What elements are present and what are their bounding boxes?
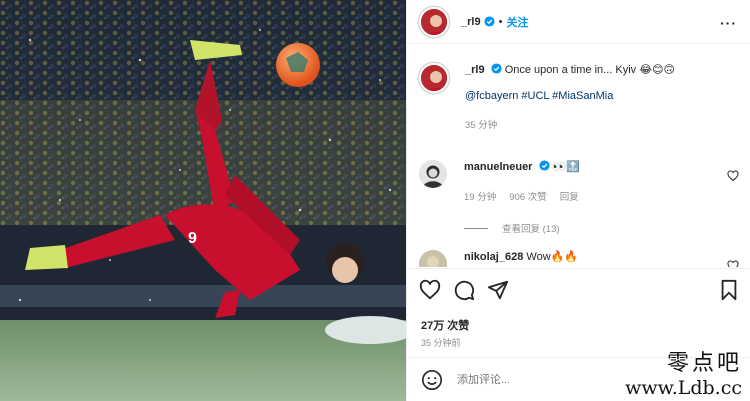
post-time: 35 分钟前 (421, 338, 461, 348)
author-username[interactable]: _rl9 (461, 16, 481, 28)
post-side-panel: _rl9 • 关注 ··· _rl9 Once upon a time in..… (406, 0, 750, 401)
comment-icon[interactable] (453, 279, 475, 301)
view-replies-label: 查看回复 (13) (502, 224, 560, 235)
caption-body: _rl9 Once upon a time in... Kyiv 😂😊🙃 @fc… (465, 63, 675, 131)
comments-area[interactable]: _rl9 Once upon a time in... Kyiv 😂😊🙃 @fc… (407, 45, 750, 267)
commenter-avatar[interactable] (419, 160, 447, 188)
comment-row: nikolaj_628 Wow🔥🔥 (419, 250, 739, 267)
instagram-post-window: 9 _rl9 • 关注 ··· _rl9 Once upon a time in… (0, 0, 750, 401)
caption-text: Once upon a time in... Kyiv 😂😊🙃 (504, 64, 675, 76)
comment-likes[interactable]: 906 次赞 (509, 189, 547, 203)
bicycle-kick-image: 9 (0, 0, 406, 401)
comment-row: manuelneuer 👀🔝 19 分钟 906 次赞 回复 (419, 160, 739, 203)
commenter-username[interactable]: manuelneuer (464, 161, 532, 173)
post-actions: 27万 次赞 35 分钟前 (407, 268, 750, 401)
separator-dot: • (498, 15, 503, 28)
reply-button[interactable]: 回复 (560, 189, 579, 203)
comment-line: nikolaj_628 Wow🔥🔥 (464, 250, 739, 265)
add-comment-input[interactable] (457, 374, 657, 386)
author-avatar[interactable] (419, 6, 449, 37)
comment-text: Wow🔥🔥 (526, 251, 579, 263)
heart-icon[interactable] (419, 279, 441, 301)
bookmark-icon[interactable] (718, 279, 740, 301)
comment-meta: 19 分钟 906 次赞 回复 (464, 189, 739, 203)
commenter-username[interactable]: nikolaj_628 (464, 251, 523, 263)
replies-line-divider (464, 227, 488, 229)
caption-hashtags[interactable]: @fcbayern #UCL #MiaSanMia (465, 90, 675, 102)
add-comment-row (407, 357, 750, 401)
comment-body: nikolaj_628 Wow🔥🔥 (464, 250, 739, 267)
comment-heart-icon[interactable] (727, 170, 739, 182)
likes-count[interactable]: 27万 次赞 (421, 317, 469, 333)
comment-line: manuelneuer 👀🔝 (464, 160, 739, 175)
follow-button[interactable]: 关注 (506, 14, 528, 30)
comment-body: manuelneuer 👀🔝 19 分钟 906 次赞 回复 (464, 160, 739, 203)
caption-row: _rl9 Once upon a time in... Kyiv 😂😊🙃 @fc… (419, 63, 675, 131)
caption-line: _rl9 Once upon a time in... Kyiv 😂😊🙃 (465, 63, 675, 78)
commenter-avatar[interactable] (419, 250, 447, 267)
emoji-icon[interactable] (421, 369, 443, 391)
view-replies-link[interactable]: 查看回复 (13) (464, 221, 560, 235)
caption-avatar[interactable] (419, 63, 449, 93)
comment-time: 19 分钟 (464, 192, 497, 203)
comment-text: 👀🔝 (552, 161, 580, 173)
comment-heart-icon[interactable] (727, 260, 739, 267)
caption-username[interactable]: _rl9 (465, 64, 485, 76)
post-photo[interactable]: 9 (0, 0, 406, 401)
more-options-icon[interactable]: ··· (720, 15, 737, 31)
caption-time: 35 分钟 (465, 120, 498, 131)
verified-badge-icon (484, 16, 495, 27)
share-icon[interactable] (487, 279, 509, 301)
post-header: _rl9 • 关注 ··· (407, 0, 750, 44)
verified-badge-icon (491, 63, 502, 74)
verified-badge-icon (538, 160, 550, 171)
svg-text:9: 9 (188, 230, 197, 247)
action-icons (419, 279, 509, 301)
